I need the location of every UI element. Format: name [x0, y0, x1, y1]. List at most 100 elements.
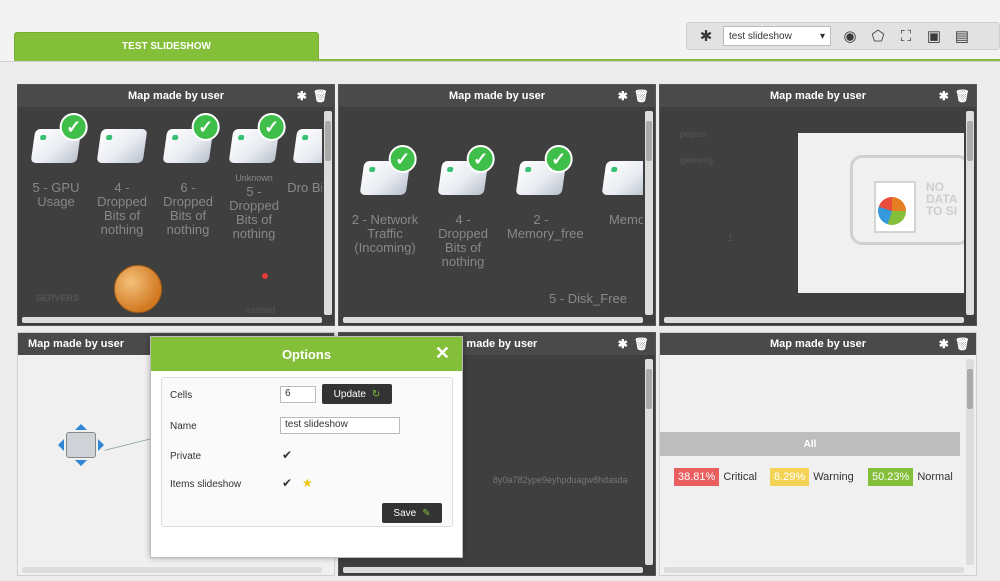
trash-icon[interactable]: 🗑 [955, 337, 970, 351]
node-label: 6 - Dropped Bits of nothing [163, 180, 213, 237]
gear-icon[interactable]: ✱ [939, 337, 949, 351]
list-icon[interactable]: ▤ [951, 25, 973, 47]
server-icon: ✓ [359, 145, 417, 195]
name-label: Name [170, 421, 197, 432]
server-icon [96, 129, 148, 163]
vertical-scrollbar[interactable] [324, 111, 332, 315]
save-icon[interactable]: ▣ [923, 25, 945, 47]
vertical-scrollbar[interactable] [966, 359, 974, 565]
check-icon: ✓ [388, 145, 417, 173]
server-icon: ✓ [437, 145, 495, 195]
horizontal-scrollbar[interactable] [22, 317, 322, 323]
node-label: 2 - Network Traffic (Incoming) [351, 212, 419, 255]
normal-label: Normal [917, 471, 953, 483]
tab-test-slideshow[interactable]: TEST SLIDESHOW [14, 32, 319, 60]
status-normal: 50.23% Normal [868, 468, 953, 486]
map-node[interactable]: Memo [593, 161, 643, 227]
pie-chart-icon [878, 197, 906, 225]
close-icon[interactable]: ✕ [435, 343, 450, 364]
map-node[interactable]: Dro Bit not [284, 129, 322, 195]
node-label: Memo [608, 212, 643, 227]
vertical-scrollbar[interactable] [966, 111, 974, 315]
horizontal-scrollbar[interactable] [664, 317, 964, 323]
horizontal-scrollbar[interactable] [22, 567, 322, 573]
arrow-up-icon [75, 418, 87, 430]
tag-icon[interactable]: ⬠ [867, 25, 889, 47]
fullscreen-icon[interactable]: ⛶ [895, 25, 917, 47]
node-label: 4 - Dropped Bits of nothing [438, 212, 488, 269]
panel-header: Map made by user ✱ 🗑 [660, 333, 976, 355]
map-panel-1: Map made by user ✱ 🗑 ✓ 5 - GPU Usage 4 - … [17, 84, 335, 326]
node-label: Dro Bit not [287, 180, 322, 195]
items-slideshow-checkbox[interactable]: ✔ [282, 477, 294, 489]
panel-title: Map made by user [770, 338, 866, 350]
critical-label: Critical [723, 471, 757, 483]
node-label: 5 - GPU Usage [32, 180, 80, 209]
gear-icon[interactable]: ✱ [618, 337, 628, 351]
trash-icon[interactable]: 🗑 [313, 89, 328, 103]
map-node[interactable]: ✓ 4 - Dropped Bits of nothing [429, 145, 497, 269]
save-button[interactable]: Save ✎ [382, 503, 442, 523]
tab-label: TEST SLIDESHOW [122, 41, 211, 52]
slideshow-select[interactable]: test slideshow ▾ [723, 26, 831, 46]
map-label: pepiso [680, 129, 707, 139]
map-node[interactable]: ✓ Unknown 5 - Dropped Bits of nothing [220, 113, 288, 241]
items-slideshow-label: Items slideshow [170, 479, 242, 490]
check-icon: ✓ [59, 113, 88, 141]
cells-input[interactable]: 6 [280, 386, 316, 403]
horizontal-scrollbar[interactable] [664, 567, 964, 573]
trash-icon[interactable]: 🗑 [634, 89, 649, 103]
name-input[interactable]: test slideshow [280, 417, 400, 434]
gear-icon[interactable]: ✱ [297, 89, 307, 103]
server-icon [292, 129, 322, 163]
tab-underline [14, 59, 1000, 61]
panel-title: Map made by user [28, 338, 124, 350]
server-icon: ✓ [228, 113, 286, 163]
map-label: 1 [728, 233, 734, 243]
toolbar: ✱ test slideshow ▾ ◉ ⬠ ⛶ ▣ ▤ [686, 22, 1000, 50]
vertical-scrollbar[interactable] [645, 111, 653, 315]
map-node[interactable]: ✓ 5 - GPU Usage [22, 113, 90, 209]
map-node[interactable]: ✓ 6 - Dropped Bits of nothing [154, 113, 222, 237]
fax-node[interactable] [58, 422, 104, 468]
panel-title: Map made by user [128, 90, 224, 102]
check-icon: ✓ [466, 145, 495, 173]
fax-icon [66, 432, 96, 458]
gear-icon[interactable]: ✱ [618, 89, 628, 103]
dialog-title: Options [281, 346, 332, 362]
vertical-scrollbar[interactable] [645, 359, 653, 565]
options-form: Cells 6 Update ↻ Name test slideshow Priv… [161, 377, 453, 527]
map-panel-2: Map made by user ✱ 🗑 ✓ 2 - Network Traffi… [338, 84, 656, 326]
server-icon: ✓ [515, 145, 573, 195]
warning-label: Warning [813, 471, 854, 483]
node-label: 5 - Disk_Free [549, 291, 628, 306]
map-node[interactable]: 4 - Dropped Bits of nothing [88, 129, 156, 237]
panel-title: Map made by user [449, 90, 545, 102]
wrench-icon: ✎ [422, 507, 431, 519]
trash-icon[interactable]: 🗑 [634, 337, 649, 351]
update-button[interactable]: Update ↻ [322, 384, 392, 404]
node-label: 4 - Dropped Bits of nothing [97, 180, 147, 237]
private-checkbox[interactable]: ✔ [282, 449, 294, 461]
status-warning: 8.29% Warning [770, 468, 854, 486]
map-canvas[interactable]: pepiso gweweg 1 NO DATA TO SI [664, 111, 964, 315]
server-icon: ✓ [162, 113, 220, 163]
horizontal-scrollbar[interactable] [343, 567, 643, 573]
map-node[interactable]: ✓ 2 - Network Traffic (Incoming) [351, 145, 419, 255]
check-icon: ✓ [191, 113, 220, 141]
trash-icon[interactable]: 🗑 [955, 89, 970, 103]
private-label: Private [170, 451, 202, 462]
gear-icon[interactable]: ✱ [695, 25, 717, 47]
router-icon[interactable] [114, 265, 162, 313]
panel-header: Map made by user ✱ 🗑 [660, 85, 976, 107]
map-canvas[interactable]: ✓ 2 - Network Traffic (Incoming) ✓ 4 - D… [343, 111, 643, 315]
horizontal-scrollbar[interactable] [343, 317, 643, 323]
group-label: SERVERS [36, 293, 79, 303]
map-canvas[interactable]: ✓ 5 - GPU Usage 4 - Dropped Bits of noth… [22, 111, 322, 315]
arrow-left-icon [52, 439, 64, 451]
map-label: 8y0a782ype9eyhpduagw8hdasda [493, 475, 628, 485]
map-node[interactable]: ✓ 2 - Memory_free [507, 145, 584, 241]
warning-percent: 8.29% [770, 468, 810, 486]
gear-icon[interactable]: ✱ [939, 89, 949, 103]
camera-icon[interactable]: ◉ [839, 25, 861, 47]
